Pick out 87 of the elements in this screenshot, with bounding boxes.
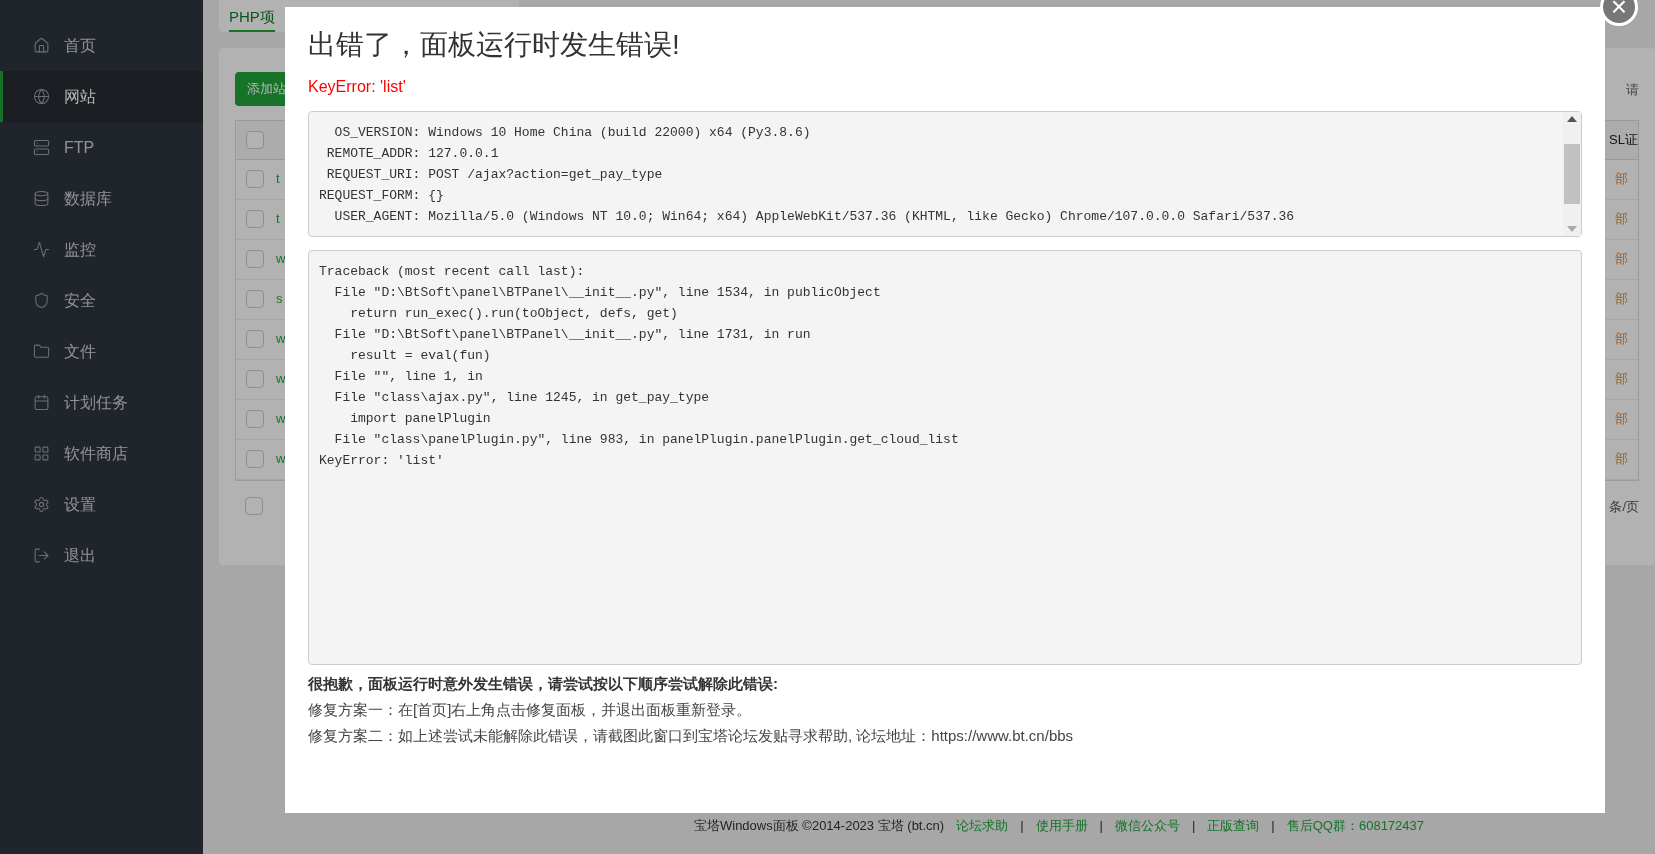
checkbox[interactable] [246,290,264,308]
deploy-link[interactable]: 部 [1615,249,1628,269]
info-line: USER_AGENT: Mozilla/5.0 (Windows NT 10.0; Win64; x64) AppleWebKit/537.36 (KHTML, like Gecko) Chrome/107.0.0.0 Safari/537.36 [333,208,1296,226]
database-icon [33,190,50,207]
deploy-link[interactable]: 部 [1615,209,1628,229]
tab[interactable]: PHP项 [229,5,275,32]
deploy-link[interactable]: 部 [1615,449,1628,469]
error-message: KeyError: 'list' [308,77,407,97]
sidebar-item[interactable]: 软件商店 [0,428,203,479]
sidebar-item[interactable]: 数据库 [0,173,203,224]
search-hint: 请 [1626,81,1639,99]
dialog-title: 出错了，面板运行时发生错误! [308,28,681,62]
site-name[interactable]: w [276,449,286,469]
checkbox[interactable] [246,370,264,388]
info-line: REQUEST_URI: POST /ajax?action=get_pay_type [325,166,664,184]
shield-icon [33,292,50,309]
checkbox[interactable] [246,450,264,468]
help-title: 很抱歉，面板运行时意外发生错误，请尝试按以下顺序尝试解除此错误: [308,674,779,694]
checkbox[interactable] [245,497,263,516]
globe-icon [33,88,50,105]
copyright-text: 宝塔Windows面板 ©2014-2023 宝塔 (bt.cn) [694,817,945,836]
footer-link[interactable]: 使用手册 [1035,816,1088,836]
checkbox[interactable] [246,130,264,149]
traceback-line: return run_exec().run(toObject, defs, get) [349,305,679,323]
deploy-link[interactable]: 部 [1615,289,1628,309]
help-text: 修复方案一：在[首页]右上角点击修复面板，并退出面板重新登录。 [308,700,753,720]
sidebar-item[interactable]: 网站 [0,71,203,122]
sidebar-item[interactable]: FTP [0,122,203,173]
column-header: SL证 [1609,130,1638,149]
info-line: REQUEST_FORM: {} [319,187,445,205]
separator: | [1020,817,1024,836]
calendar-icon [33,394,50,411]
info-line: REMOTE_ADDR: 127.0.0.1 [325,145,500,163]
traceback-line: File "D:\BtSoft\panel\BTPanel\__init__.py", line 1731, in run [333,326,812,344]
sidebar-item[interactable]: 安全 [0,275,203,326]
deploy-link[interactable]: 部 [1615,369,1628,389]
separator: | [1191,817,1196,836]
traceback-line: KeyError: 'list' [319,452,445,470]
site-name[interactable]: s [276,289,283,309]
scroll-up-icon[interactable] [1567,116,1577,122]
site-name[interactable]: t [276,169,280,189]
traceback-line: import panelPlugin [349,410,492,428]
footer-link[interactable]: 论坛求助 [956,816,1009,836]
footer-link[interactable]: 售后QQ群：608172437 [1286,816,1424,836]
checkbox[interactable] [246,250,264,268]
sidebar-item[interactable]: 首页 [0,20,203,71]
folder-icon [33,343,50,360]
help-text: 修复方案二：如上述尝试未能解除此错误，请截图此窗口到宝塔论坛发贴寻求帮助, 论坛地址：https://www.bt.cn/bbs [308,726,1075,746]
page-size-label: 条/页 [1609,497,1639,516]
separator: | [1099,817,1103,836]
scroll-down-icon[interactable] [1567,226,1577,232]
checkbox[interactable] [246,330,264,348]
separator: | [1271,817,1275,836]
sidebar-item[interactable]: 退出 [0,530,203,581]
traceback-line: Traceback (most recent call last): [319,263,586,281]
sidebar-item[interactable]: 设置 [0,479,203,530]
traceback-line: File "D:\BtSoft\panel\BTPanel\__init__.py", line 1534, in publicObject [333,284,882,302]
site-name[interactable]: w [276,409,286,429]
footer-link[interactable]: 正版查询 [1207,816,1260,836]
site-name[interactable]: t [276,209,280,229]
sidebar-item[interactable]: 文件 [0,326,203,377]
deploy-link[interactable]: 部 [1615,409,1628,429]
settings-icon [33,496,50,513]
traceback-line: File "class\panelPlugin.py", line 983, in panelPlugin.panelPlugin.get_cloud_list [333,431,960,449]
checkbox[interactable] [246,210,264,228]
traceback-line: result = eval(fun) [349,347,492,365]
checkbox[interactable] [246,410,264,428]
chart-icon [33,241,50,258]
deploy-link[interactable]: 部 [1615,169,1628,189]
close-button[interactable]: × [1600,0,1638,26]
sidebar-item[interactable]: 计划任务 [0,377,203,428]
site-name[interactable]: w [276,369,286,389]
traceback-line: File "", line 1, in [333,368,484,386]
grid-icon [33,445,50,462]
scroll-thumb[interactable] [1564,144,1580,204]
site-name[interactable]: w [276,249,286,269]
server-icon [33,139,50,156]
deploy-link[interactable]: 部 [1615,329,1628,349]
site-name[interactable]: w [276,329,286,349]
home-icon [33,37,50,54]
scrollbar[interactable] [1563,112,1581,236]
traceback-line: File "class\ajax.py", line 1245, in get_pay_type [333,389,711,407]
info-line: OS_VERSION: Windows 10 Home China (build 22000) x64 (Py3.8.6) [333,124,812,142]
footer-link[interactable]: 微信公众号 [1114,816,1180,836]
sidebar-item[interactable]: 监控 [0,224,203,275]
checkbox[interactable] [246,170,264,188]
logout-icon [33,547,50,564]
